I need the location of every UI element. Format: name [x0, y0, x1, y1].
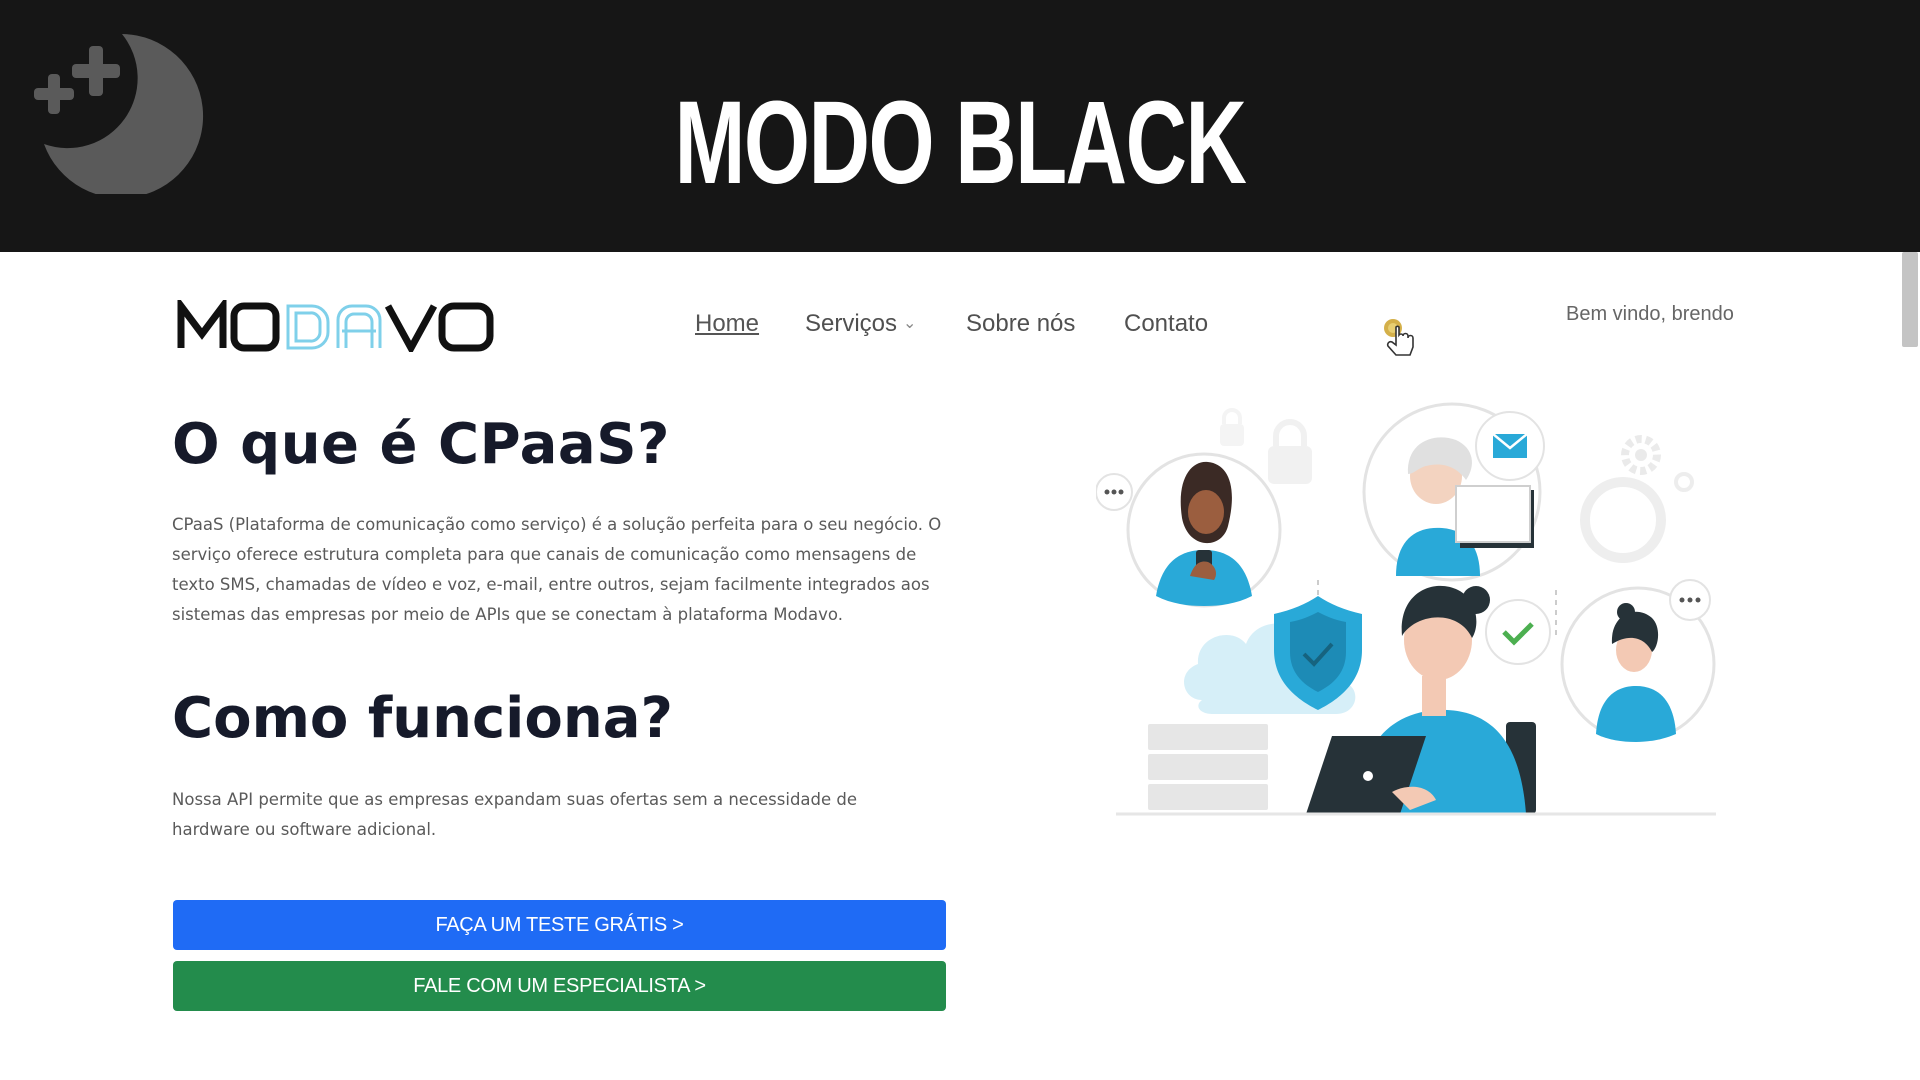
section-text-how-it-works: Nossa API permite que as empresas expand…	[172, 790, 858, 839]
chevron-down-icon: ⌄	[903, 315, 917, 332]
check-icon	[1485, 599, 1551, 665]
chat-bubble-icon	[1669, 579, 1711, 621]
talk-to-specialist-button[interactable]: FALE COM UM ESPECIALISTA >	[173, 961, 946, 1011]
avatar-woman-phone	[1126, 452, 1282, 608]
lock-icon	[1268, 419, 1312, 484]
theme-toggle-button[interactable]	[1376, 313, 1426, 363]
free-trial-button[interactable]: FAÇA UM TESTE GRÁTIS >	[173, 900, 946, 950]
banner-title: MODO BLACK	[674, 77, 1247, 209]
server-icon	[1148, 724, 1268, 810]
nav-contato[interactable]: Contato	[1124, 310, 1208, 340]
nav-servicos[interactable]: Serviços ⌄	[805, 310, 916, 340]
nav-home[interactable]: Home	[695, 310, 759, 340]
mail-icon	[1475, 411, 1545, 481]
modavo-logo[interactable]	[176, 300, 496, 352]
moon-stars-icon	[34, 34, 204, 194]
gear-icon	[1621, 435, 1661, 475]
communication-illustration	[1096, 402, 1716, 816]
section-title-cpaas: O que é CPaaS?	[172, 412, 671, 477]
section-text-cpaas: CPaaS (Plataforma de comunicação como se…	[172, 515, 942, 624]
gear-icon	[1674, 472, 1694, 492]
top-banner: MODO BLACK	[0, 0, 1920, 252]
nav-sobre-nos[interactable]: Sobre nós	[966, 310, 1075, 340]
welcome-message: Bem vindo, brendo	[1566, 303, 1734, 325]
nav-servicos-label: Serviços	[805, 310, 898, 337]
scrollbar-thumb[interactable]	[1902, 252, 1918, 347]
lock-icon	[1220, 408, 1244, 446]
chat-bubble-icon	[1096, 473, 1133, 511]
section-title-how-it-works: Como funciona?	[172, 686, 673, 751]
